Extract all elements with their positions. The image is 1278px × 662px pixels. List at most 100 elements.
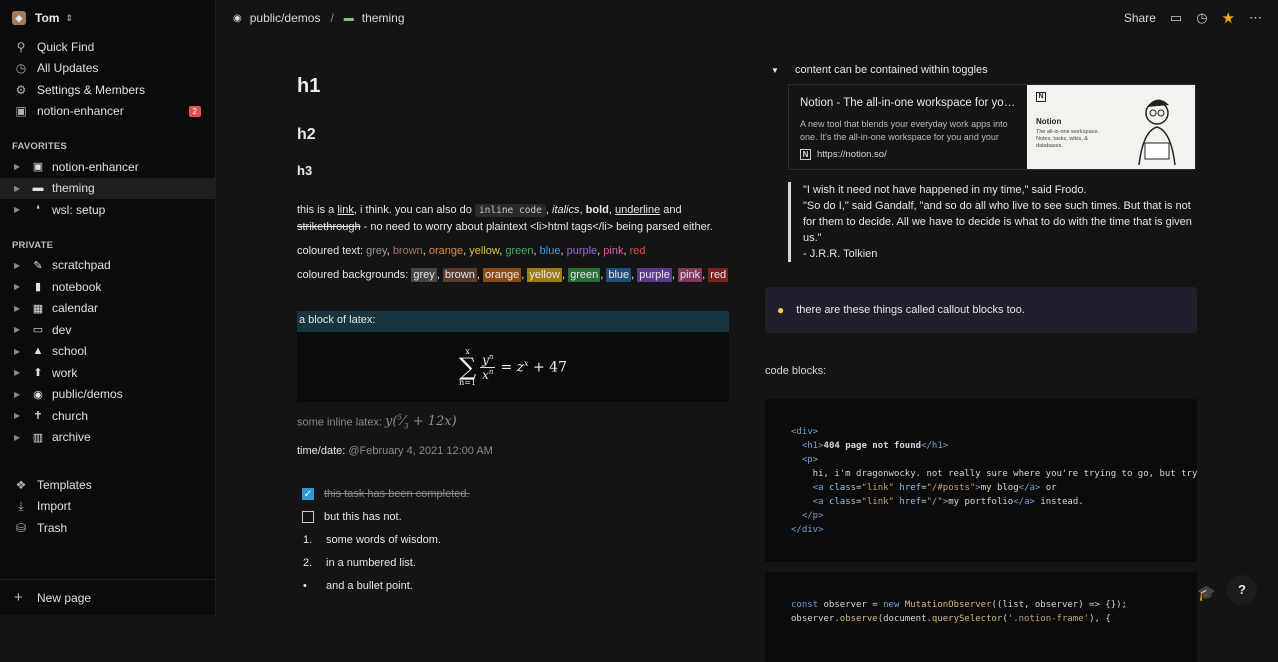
expand-triangle-icon[interactable]: ▶ xyxy=(14,347,24,356)
page-item-notebook[interactable]: ▶▮notebook xyxy=(0,276,215,298)
page-item-theming[interactable]: ▶▬theming xyxy=(0,178,215,200)
page-emoji-icon: ⬆ xyxy=(31,366,45,379)
checkbox-checked[interactable]: ✓ xyxy=(302,488,314,500)
coloured-bg-grey: grey xyxy=(411,268,436,282)
latex-equation-block[interactable]: x∑n=1 ynxn = zx + 47 xyxy=(297,332,729,402)
expand-triangle-icon[interactable]: ▶ xyxy=(14,162,24,171)
expand-triangle-icon[interactable]: ▶ xyxy=(14,433,24,442)
page-emoji-icon: ◉ xyxy=(31,388,45,401)
code-block-js[interactable]: const observer = new MutationObserver((l… xyxy=(765,572,1197,662)
more-icon[interactable]: ⋯ xyxy=(1249,10,1262,26)
sidebar-item-trash[interactable]: ⛁Trash xyxy=(0,517,215,539)
chevron-updown-icon: ⇕ xyxy=(65,13,73,24)
quote-line: - J.R.R. Tolkien xyxy=(803,246,1197,262)
page-item-notion-enhancer[interactable]: ▶▣notion-enhancer xyxy=(0,156,215,178)
page-emoji-icon: ▥ xyxy=(31,431,45,444)
heading-1: h1 xyxy=(297,60,729,112)
graduation-cap-icon[interactable]: 🎓 xyxy=(1197,584,1216,602)
bookmark-card[interactable]: Notion - The all-in-one workspace for yo… xyxy=(788,84,1196,170)
new-page-button[interactable]: + New page xyxy=(0,579,216,615)
text: - no need to worry about plaintext <li>h… xyxy=(361,221,713,233)
page-emoji-icon: ▬ xyxy=(31,182,45,194)
label: coloured text: xyxy=(297,245,366,257)
checkbox-unchecked[interactable] xyxy=(302,511,314,523)
page-label: dev xyxy=(52,323,71,337)
page-item-work[interactable]: ▶ ⬆ work xyxy=(0,362,215,384)
page-item-dev[interactable]: ▶▭dev xyxy=(0,319,215,341)
expand-triangle-icon[interactable]: ▶ xyxy=(14,205,24,214)
page-item-scratchpad[interactable]: ▶✎scratchpad xyxy=(0,255,215,277)
list-text: some words of wisdom. xyxy=(326,534,441,546)
bookmark-title: Notion - The all-in-one workspace for yo… xyxy=(800,97,1016,109)
coloured-text-blue: blue xyxy=(540,245,561,257)
breadcrumb-current[interactable]: theming xyxy=(362,11,405,25)
sidebar-item-all-updates[interactable]: ◷All Updates xyxy=(0,58,215,80)
inline-latex: y(5⁄3 + 12x) xyxy=(385,414,457,429)
page-label: church xyxy=(52,409,88,423)
sidebar-item-notion-enhancer[interactable]: ▣notion-enhancer2 xyxy=(0,101,215,123)
search-icon: ⚲ xyxy=(14,40,28,54)
star-icon[interactable]: ★ xyxy=(1222,9,1235,27)
sidebar-item-quick-find[interactable]: ⚲Quick Find xyxy=(0,36,215,58)
strikethrough-text: strikethrough xyxy=(297,221,361,233)
bookmark-image-subtitle: The all-in-one workspace. Notes, tasks, … xyxy=(1036,129,1116,150)
sidebar-item-settings-members[interactable]: ⚙Settings & Members xyxy=(0,79,215,101)
coloured-text-green: green xyxy=(505,245,533,257)
comment-icon[interactable]: ▭ xyxy=(1170,10,1182,26)
todo-text: but this has not. xyxy=(324,511,402,523)
todo-item: but this has not. xyxy=(297,506,729,529)
list-text: in a numbered list. xyxy=(326,557,416,569)
page-emoji-icon: ✎ xyxy=(31,259,45,272)
inline-code: inline code xyxy=(475,204,546,217)
expand-triangle-icon[interactable]: ▶ xyxy=(14,184,24,193)
toggle-triangle-icon[interactable]: ▼ xyxy=(771,66,781,75)
url-text: https://notion.so/ xyxy=(817,149,887,160)
sidebar-item-import[interactable]: ⤓Import xyxy=(0,496,215,518)
coloured-text-red: red xyxy=(630,245,646,257)
new-page-label: New page xyxy=(37,591,91,605)
page-label: calendar xyxy=(52,301,98,315)
bullet-item: • and a bullet point. xyxy=(297,575,729,598)
page-item-calendar[interactable]: ▶▦calendar xyxy=(0,298,215,320)
bullet-dot: • xyxy=(303,580,319,592)
coloured-text-pink: pink xyxy=(603,245,623,257)
share-button[interactable]: Share xyxy=(1124,11,1156,25)
coloured-bg-purple: purple xyxy=(637,268,672,282)
numbered-item: 2. in a numbered list. xyxy=(297,552,729,575)
expand-triangle-icon[interactable]: ▶ xyxy=(14,304,24,313)
page-item-school[interactable]: ▶▲school xyxy=(0,341,215,363)
page-item-archive[interactable]: ▶▥archive xyxy=(0,427,215,449)
content-left-column: h1 h2 h3 this is a link, i think. you ca… xyxy=(297,60,729,598)
sidebar-item-templates[interactable]: ❖Templates xyxy=(0,474,215,496)
page-item-church[interactable]: ▶✝church xyxy=(0,405,215,427)
date-mention[interactable]: @February 4, 2021 12:00 AM xyxy=(348,445,492,457)
expand-triangle-icon[interactable]: ▶ xyxy=(14,261,24,270)
breadcrumb-parent[interactable]: public/demos xyxy=(250,11,321,25)
notification-badge: 2 xyxy=(189,106,201,117)
page-item-public-demos[interactable]: ▶◉public/demos xyxy=(0,384,215,406)
expand-triangle-icon[interactable]: ▶ xyxy=(14,325,24,334)
private-header: PRIVATE xyxy=(0,237,215,255)
code-block-html[interactable]: <div> <h1>404 page not found</h1> <p> hi… xyxy=(765,399,1197,562)
help-button[interactable]: ? xyxy=(1227,575,1257,605)
page-label: school xyxy=(52,344,87,358)
workspace-name: Tom xyxy=(35,11,59,25)
toggle-block[interactable]: ▼ content can be contained within toggle… xyxy=(765,60,1197,80)
expand-triangle-icon[interactable]: ▶ xyxy=(14,368,24,377)
content-right-column: ▼ content can be contained within toggle… xyxy=(765,60,1197,662)
workspace-switcher[interactable]: ◆ Tom ⇕ xyxy=(0,0,215,36)
sidebar: ◆ Tom ⇕ ⚲Quick Find◷All Updates⚙Settings… xyxy=(0,0,216,615)
page-item-wsl-setup[interactable]: ▶❛wsl: setup xyxy=(0,199,215,221)
latex-block-label: a block of latex: xyxy=(297,311,729,332)
expand-triangle-icon[interactable]: ▶ xyxy=(14,282,24,291)
latex-equation: x∑n=1 ynxn = zx + 47 xyxy=(459,347,567,387)
page-label: notebook xyxy=(52,280,101,294)
expand-triangle-icon[interactable]: ▶ xyxy=(14,411,24,420)
topbar: ◉ public/demos / ▬ theming Share ▭ ◷ ★ ⋯ xyxy=(217,0,1278,36)
templates-icon: ❖ xyxy=(14,478,28,492)
page-label: work xyxy=(52,366,77,380)
link[interactable]: link xyxy=(337,204,354,216)
text: and xyxy=(660,204,681,216)
expand-triangle-icon[interactable]: ▶ xyxy=(14,390,24,399)
history-icon[interactable]: ◷ xyxy=(1196,10,1207,26)
